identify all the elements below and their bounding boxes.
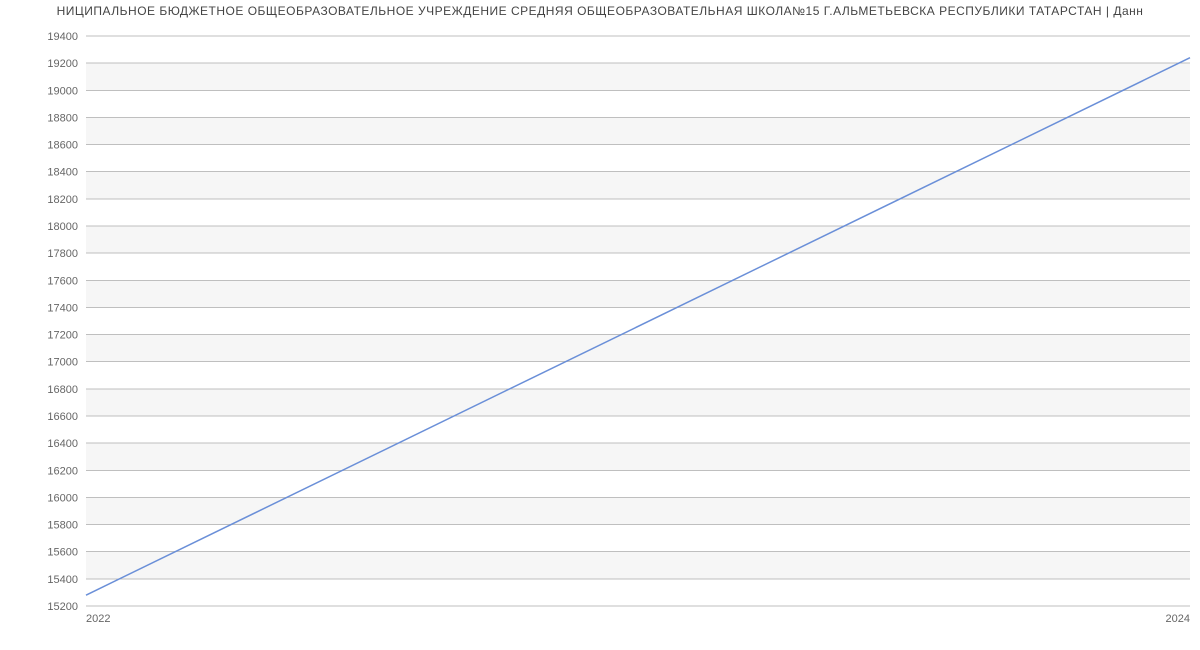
grid-band <box>86 389 1190 416</box>
y-tick-label: 16400 <box>47 438 78 450</box>
y-tick-label: 18400 <box>47 167 78 179</box>
y-tick-label: 16600 <box>47 411 78 423</box>
chart-container: 15200 15400 15600 15800 16000 16200 16400 16600… <box>0 18 1200 648</box>
y-tick-label: 17400 <box>47 302 78 314</box>
grid-band <box>86 226 1190 253</box>
y-tick-label: 19000 <box>47 85 78 97</box>
y-tick-label: 15600 <box>47 547 78 559</box>
grid-band <box>86 117 1190 144</box>
y-tick-label: 17600 <box>47 275 78 287</box>
y-tick-label: 15200 <box>47 601 78 613</box>
y-tick-label: 15800 <box>47 520 78 532</box>
grid-band <box>86 443 1190 470</box>
y-tick-label: 18200 <box>47 194 78 206</box>
grid-band <box>86 63 1190 90</box>
y-tick-label: 18000 <box>47 221 78 233</box>
grid-band <box>86 497 1190 524</box>
y-tick-label: 17800 <box>47 248 78 260</box>
grid-band <box>86 552 1190 579</box>
y-tick-label: 15400 <box>47 574 78 586</box>
y-tick-label: 19400 <box>47 31 78 43</box>
y-tick-label: 16000 <box>47 492 78 504</box>
x-tick-label: 2024 <box>1166 613 1190 625</box>
chart-title: НИЦИПАЛЬНОЕ БЮДЖЕТНОЕ ОБЩЕОБРАЗОВАТЕЛЬНО… <box>0 0 1200 18</box>
chart-svg: 15200 15400 15600 15800 16000 16200 16400 16600… <box>0 18 1200 628</box>
y-tick-label: 17200 <box>47 330 78 342</box>
y-tick-label: 16200 <box>47 465 78 477</box>
y-tick-label: 19200 <box>47 58 78 70</box>
x-tick-label: 2022 <box>86 613 110 625</box>
y-tick-label: 16800 <box>47 384 78 396</box>
grid-band <box>86 172 1190 199</box>
y-tick-label: 18800 <box>47 112 78 124</box>
grid-band <box>86 280 1190 307</box>
y-tick-label: 18600 <box>47 140 78 152</box>
y-tick-label: 17000 <box>47 357 78 369</box>
grid-band <box>86 335 1190 362</box>
